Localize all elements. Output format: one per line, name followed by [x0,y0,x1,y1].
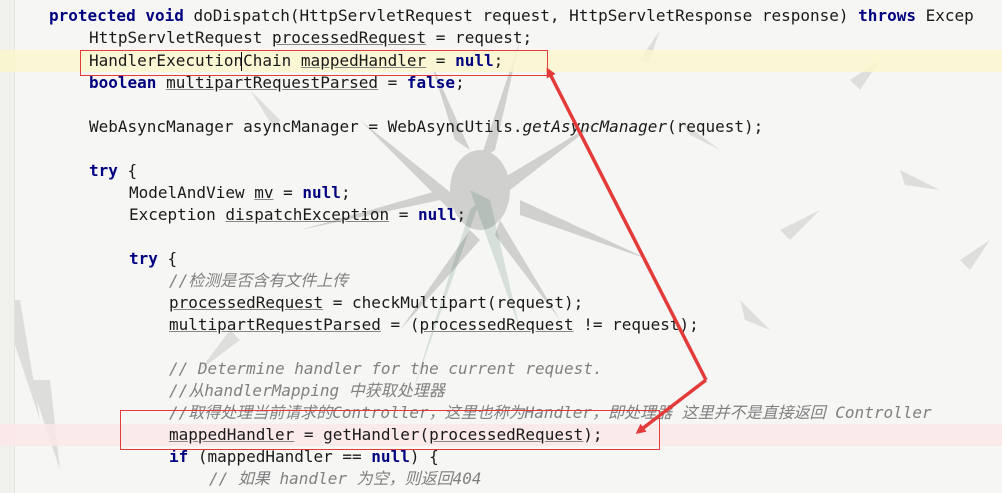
code-editor[interactable]: protected void doDispatch(HttpServletReq… [0,0,1002,493]
annotation-arrows [546,67,708,434]
annotation-arrow [635,378,708,434]
annotation-arrow [546,67,708,381]
